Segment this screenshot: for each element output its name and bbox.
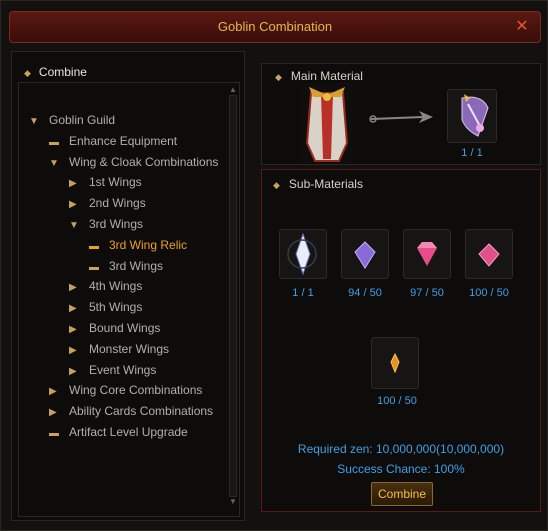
sub-materials-label: ◆ Sub-Materials (273, 177, 363, 191)
tree-item[interactable]: ▼ Wing & Cloak Combinations (49, 155, 218, 169)
result-slot[interactable] (447, 89, 497, 143)
white-crystal-icon (287, 232, 317, 276)
tree-item-label: Monster Wings (89, 341, 170, 356)
tree-item[interactable]: ▶ 5th Wings (69, 300, 142, 314)
tree-item-label: Event Wings (89, 362, 157, 377)
wing-relic-icon (461, 94, 489, 137)
tree-item-label: Artifact Level Upgrade (69, 425, 188, 439)
goblin-combination-window: Goblin Combination ✕ ◆ Combine ▲ ▼ ▼ Gobli… (0, 0, 548, 531)
tree-marker-icon: ▶ (69, 303, 77, 315)
success-chance-text: Success Chance: 100% (337, 462, 465, 476)
tree-marker-icon: ▶ (69, 282, 77, 294)
tree-item[interactable]: ▬ 3rd Wing Relic (89, 238, 187, 252)
pink-gem-icon (417, 242, 437, 266)
tree-item[interactable]: ▬ Enhance Equipment (49, 134, 177, 148)
tree-marker-icon: ▶ (69, 365, 77, 377)
tree-marker-icon: ▶ (69, 178, 77, 190)
tree-marker-icon: ▶ (69, 344, 77, 356)
cloak-item-icon[interactable] (301, 83, 353, 163)
sub-count-5: 100 / 50 (377, 395, 417, 407)
tree-item[interactable]: ▶ Monster Wings (69, 342, 169, 356)
tree-marker-icon: ▬ (49, 428, 59, 439)
combine-header: ◆ Combine (24, 65, 87, 79)
tree-marker-icon: ▶ (49, 407, 57, 419)
tree-item-label: Wing Core Combinations (69, 383, 203, 398)
tree-marker-icon: ▶ (69, 324, 77, 335)
combine-button[interactable]: Combine (371, 482, 433, 506)
window-title: Goblin Combination (217, 19, 333, 34)
tree-item-label: 4th Wings (89, 279, 143, 294)
tree-marker-icon: ▬ (89, 261, 99, 273)
sub-count-4: 100 / 50 (469, 287, 509, 299)
arrow-icon (369, 111, 433, 123)
tree-marker-icon: ▬ (89, 240, 99, 252)
tree-item-label: Wing & Cloak Combinations (69, 154, 219, 169)
tree-marker-icon: ▬ (49, 136, 59, 148)
scroll-down-icon[interactable]: ▼ (227, 497, 239, 507)
tree-item[interactable]: ▶ Bound Wings (69, 321, 160, 335)
tree-marker-icon: ▼ (69, 220, 79, 231)
sub-count-3: 97 / 50 (410, 287, 444, 299)
tree-item-label: 3rd Wing Relic (109, 237, 188, 252)
tree-item[interactable]: ▶ 4th Wings (69, 279, 142, 293)
tree-item-label: 5th Wings (89, 300, 143, 315)
tree-item-label: Goblin Guild (49, 113, 116, 127)
tree-item-label: Ability Cards Combinations (69, 404, 214, 419)
tree-item[interactable]: ▼ 3rd Wings (69, 217, 143, 231)
purple-gem-icon (354, 241, 376, 269)
tree-item[interactable]: ▶ Wing Core Combinations (49, 383, 202, 397)
tree-item[interactable]: ▶ Event Wings (69, 363, 156, 377)
orange-jewel-icon (390, 352, 400, 374)
tree-item[interactable]: ▬ 3rd Wings (89, 259, 163, 273)
sub-slot-2[interactable] (341, 229, 389, 279)
sub-slot-1[interactable] (279, 229, 327, 279)
tree-marker-icon: ▼ (49, 157, 59, 169)
sub-slot-3[interactable] (403, 229, 451, 279)
tree-item[interactable]: ▶ 2nd Wings (69, 196, 146, 210)
tree-item-label: Bound Wings (89, 321, 161, 335)
title-bar[interactable]: Goblin Combination ✕ (9, 11, 541, 43)
sub-count-2: 94 / 50 (348, 287, 382, 299)
main-material-label: ◆ Main Material (275, 69, 363, 83)
tree-marker-icon: ▶ (49, 386, 57, 398)
tree-marker-icon: ▼ (29, 116, 39, 127)
tree-scrollbar[interactable] (229, 95, 237, 497)
combine-header-label: Combine (38, 65, 87, 79)
tree-item[interactable]: ▶ 1st Wings (69, 175, 142, 189)
close-icon[interactable]: ✕ (512, 17, 532, 37)
tree-item-label: 3rd Wings (109, 258, 164, 273)
tree-marker-icon: ▶ (69, 199, 77, 211)
tree-item-label: 3rd Wings (89, 217, 144, 231)
sub-slot-5[interactable] (371, 337, 419, 389)
sub-materials-label-text: Sub-Materials (288, 177, 363, 191)
sub-slot-4[interactable] (465, 229, 513, 279)
main-material-label-text: Main Material (290, 69, 363, 83)
result-count: 1 / 1 (461, 147, 483, 159)
tree-item-label: 2nd Wings (89, 196, 146, 211)
sub-count-1: 1 / 1 (292, 287, 314, 299)
pink-diamond-icon (478, 243, 500, 267)
tree-item-label: Enhance Equipment (69, 133, 178, 148)
scroll-up-icon[interactable]: ▲ (227, 85, 239, 95)
tree-item[interactable]: ▶ Ability Cards Combinations (49, 404, 213, 418)
tree-item-label: 1st Wings (89, 175, 142, 190)
tree-item[interactable]: ▼ Goblin Guild (29, 113, 115, 127)
required-zen-text: Required zen: 10,000,000(10,000,000) (297, 442, 505, 456)
tree-item[interactable]: ▬ Artifact Level Upgrade (49, 425, 188, 439)
